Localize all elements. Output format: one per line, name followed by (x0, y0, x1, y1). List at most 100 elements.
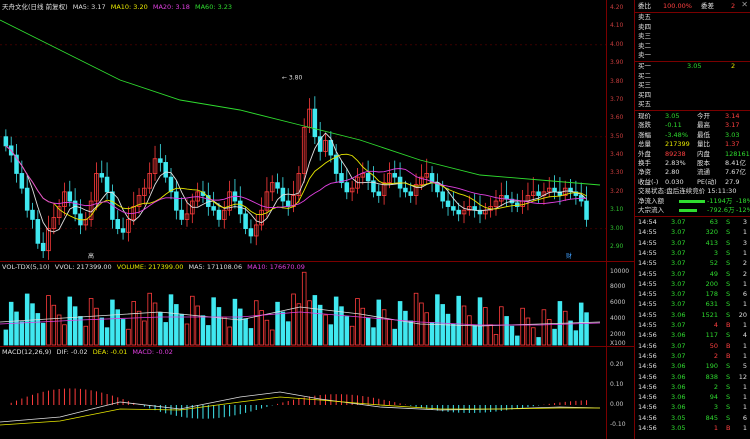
bid-level: 买三 (635, 81, 750, 90)
candle-body (216, 209, 222, 220)
tick-count: 1 (742, 403, 747, 412)
quote-v1: -0.11 (665, 121, 682, 130)
quote-row: 现价 3.05 今开 3.14 (635, 112, 750, 121)
candle-body (243, 213, 248, 230)
candle-body (3, 136, 9, 147)
ask-level: 卖三 (635, 32, 750, 41)
volume-bar (451, 323, 456, 346)
quote-l1: 涨跌 (638, 121, 651, 130)
quote-l2: 流通 (697, 168, 710, 177)
volume-bar (136, 310, 142, 346)
candlestick-chart[interactable]: ← 3.80← 2.82高财 (0, 0, 606, 261)
macd-chart[interactable] (0, 347, 606, 439)
tick-row: 14:55 3.06 1521 S 20 (635, 311, 750, 320)
quote-v2: 27.9 (725, 177, 740, 186)
tick-volume: 413 (705, 238, 718, 247)
volume-bar (301, 271, 307, 346)
macd-tick: 0.20 (610, 361, 624, 368)
tick-side: S (726, 331, 731, 340)
tick-time: 14:56 (638, 362, 657, 371)
volume-tick: 6000 (610, 299, 626, 306)
candle-body (584, 200, 589, 220)
candle-body (24, 187, 30, 211)
dif-line (0, 391, 601, 423)
flow-bar (679, 209, 697, 213)
quote-l1: 换手 (638, 159, 651, 167)
tick-price: 3.07 (671, 228, 686, 237)
tick-time: 14:56 (638, 351, 657, 360)
volume-bar (195, 305, 200, 346)
tick-volume: 52 (709, 259, 718, 268)
volume-chart[interactable] (0, 262, 606, 347)
tick-side: S (726, 362, 731, 371)
tick-time: 14:55 (638, 228, 657, 237)
ma5-label: MA5: 3.17 (72, 3, 106, 11)
volume-bar (14, 311, 19, 346)
ask-level: 卖四 (635, 23, 750, 32)
volume-bar (339, 306, 344, 346)
tick-side: B (726, 351, 731, 360)
tick-count: 2 (742, 269, 747, 278)
close-icon[interactable]: ✕ (741, 0, 748, 9)
ask-level-label: 卖二 (638, 41, 651, 50)
volume-bar (328, 324, 334, 346)
quote-v2: 128161 (725, 149, 750, 158)
flow-pct: -12% (736, 206, 750, 215)
volume-bar (216, 307, 222, 346)
volume-bar (158, 312, 163, 346)
volume-bar (120, 319, 126, 346)
volume-bar (536, 337, 541, 346)
tick-price: 3.06 (671, 382, 686, 391)
weibi-row: 委比 100.00% 委差 2 (635, 2, 750, 11)
tick-volume: 2 (713, 351, 718, 360)
volume-pane[interactable]: VOL-TDX(5,10) VVOL: 217399.00 VOLUME: 21… (0, 261, 606, 346)
flow-value: -1194万 (707, 197, 733, 205)
quote-v1: 2.83% (665, 159, 686, 167)
volume-bar (307, 300, 312, 346)
candle-body (275, 182, 280, 189)
tick-side: S (726, 372, 731, 381)
right-tag: 财 (566, 252, 572, 260)
volume-bar (397, 301, 403, 346)
tick-row: 14:55 3.07 49 S 2 (635, 270, 750, 279)
candle-body (408, 191, 414, 196)
volume-bar (365, 317, 371, 346)
volume-bar (147, 292, 152, 346)
quote-v1: 217399 (665, 140, 690, 149)
price-pane[interactable]: ← 3.80← 2.82高财 天舟文化(日线 前复权) MA5: 3.17 MA… (0, 0, 606, 261)
volume-bar (168, 294, 174, 346)
volume-bar (56, 314, 62, 346)
candle-body (392, 173, 398, 178)
tick-volume: 3 (713, 248, 718, 257)
tick-row: 14:55 3.07 178 S 6 (635, 290, 750, 299)
macd-value-label: MACD: -0.02 (132, 348, 173, 356)
price-tick: 3.10 (610, 206, 624, 214)
tick-time: 14:56 (638, 424, 657, 432)
dif-label: DIF: -0.02 (56, 348, 88, 356)
volume-bar (275, 301, 280, 346)
volume-bar (296, 303, 302, 346)
tick-price: 3.06 (671, 393, 686, 402)
bid-level: 买五 (635, 100, 750, 109)
ask-level-label: 卖一 (638, 51, 651, 60)
ask-level: 卖五 (635, 13, 750, 22)
volume-bar (222, 316, 227, 346)
volume-bar (435, 294, 440, 346)
tick-side: S (726, 228, 731, 237)
macd-pane[interactable]: MACD(12,26,9) DIF: -0.02 DEA: -0.01 MACD… (0, 346, 606, 439)
tick-volume: 1 (713, 424, 718, 432)
volume-bar (243, 318, 248, 346)
volume-bar (493, 334, 499, 346)
price-tick: 3.60 (610, 114, 624, 122)
tick-count: 3 (742, 238, 747, 247)
quote-v2: 3.03 (725, 130, 740, 139)
tick-time: 14:56 (638, 341, 657, 350)
volume-bar (110, 299, 115, 346)
volume-bar (88, 298, 94, 346)
candle-body (99, 173, 105, 178)
stock-name: 天舟文化(日线 前复权) (2, 3, 68, 11)
candle-body (317, 136, 323, 152)
volume-bar (24, 293, 30, 346)
volume-bar (381, 309, 387, 346)
quote-l2: 最低 (697, 130, 710, 139)
